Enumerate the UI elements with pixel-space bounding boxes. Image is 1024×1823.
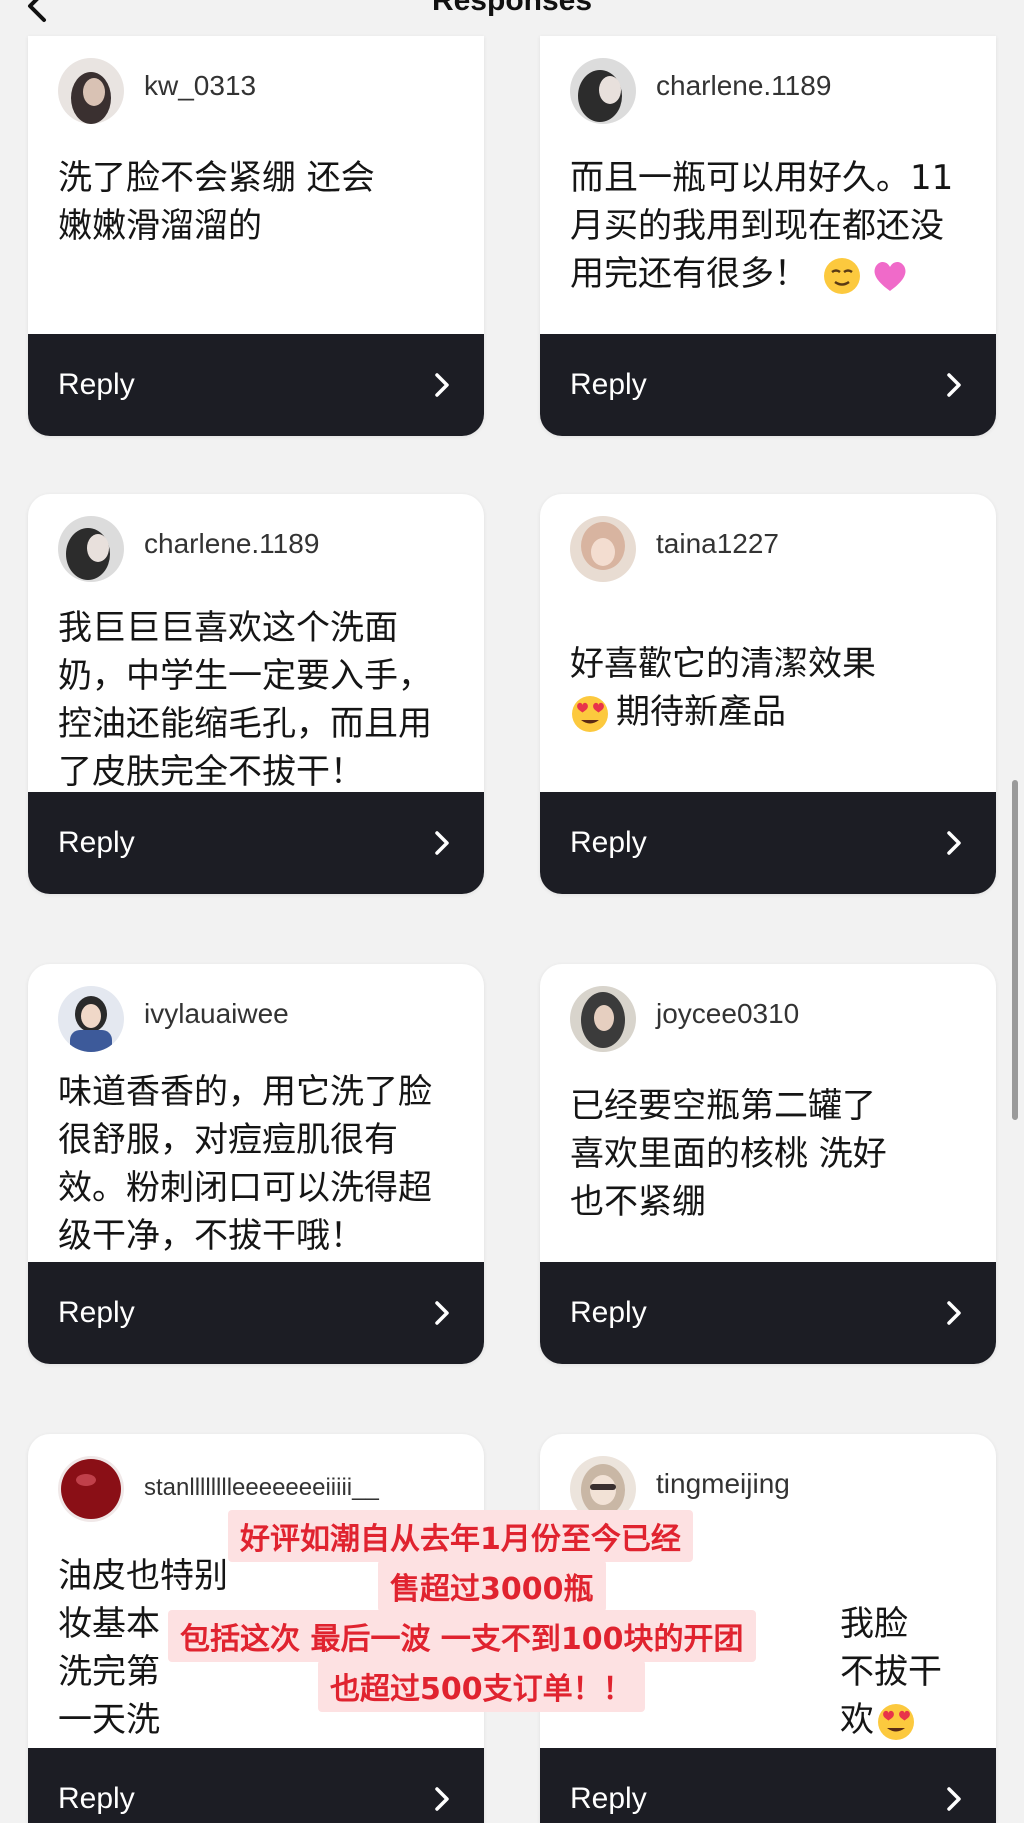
comment-text: 味道香香的，用它洗了脸 很舒服，对痘痘肌很有 效。粉刺闭口可以洗得超 级干净，不… — [58, 1072, 432, 1256]
pink-heart-emoji-icon — [874, 261, 906, 291]
promo-line-2: 售超过3000瓶 — [378, 1560, 606, 1612]
relieved-face-emoji-icon — [824, 257, 860, 294]
reply-button[interactable]: Reply — [28, 1748, 484, 1823]
heart-eyes-emoji-icon — [572, 695, 608, 732]
reply-label: Reply — [58, 368, 135, 401]
avatar[interactable] — [58, 58, 124, 124]
chevron-right-icon — [947, 373, 961, 397]
reply-label: Reply — [58, 1296, 135, 1329]
avatar[interactable] — [58, 986, 124, 1052]
reply-label: Reply — [570, 1296, 647, 1329]
promo-line-3: 包括这次 最后一波 一支不到100块的开团 — [168, 1610, 756, 1662]
response-card: charlene.1189 我巨巨巨喜欢这个洗面 奶，中学生一定要入手， 控油还… — [28, 494, 484, 894]
reply-button[interactable]: Reply — [540, 1748, 996, 1823]
reply-label: Reply — [58, 826, 135, 859]
chevron-right-icon — [435, 831, 449, 855]
avatar[interactable] — [58, 1456, 124, 1522]
response-card: ivylauaiwee 味道香香的，用它洗了脸 很舒服，对痘痘肌很有 效。粉刺闭… — [28, 964, 484, 1364]
reply-button[interactable]: Reply — [28, 1262, 484, 1364]
comment-text: 好喜歡它的清潔效果期待新產品 — [570, 640, 970, 736]
heart-eyes-emoji-icon — [878, 1703, 914, 1740]
response-card: taina1227 好喜歡它的清潔效果期待新產品 Reply — [540, 494, 996, 894]
scrollbar[interactable] — [1012, 780, 1018, 1120]
chevron-right-icon — [947, 1301, 961, 1325]
avatar[interactable] — [570, 58, 636, 124]
comment-text: 洗了脸不会紧绷 还会 嫩嫩滑溜溜的 — [58, 158, 375, 246]
username[interactable]: joycee0310 — [656, 998, 799, 1030]
comment-text: 我巨巨巨喜欢这个洗面 奶，中学生一定要入手， 控油还能缩毛孔，而且用 了皮肤完全… — [58, 608, 432, 792]
reply-button[interactable]: Reply — [28, 334, 484, 436]
responses-screen: Responses kw_0313 洗了脸不会紧绷 还会 嫩嫩滑溜溜的 Repl… — [0, 0, 1024, 1823]
username[interactable]: charlene.1189 — [144, 528, 319, 560]
page-title: Responses — [431, 0, 593, 17]
top-bar: Responses — [0, 0, 1024, 40]
chevron-right-icon — [947, 1787, 961, 1811]
username[interactable]: tingmeijing — [656, 1468, 790, 1500]
response-card: kw_0313 洗了脸不会紧绷 还会 嫩嫩滑溜溜的 Reply — [28, 36, 484, 436]
chevron-right-icon — [435, 1301, 449, 1325]
reply-button[interactable]: Reply — [540, 334, 996, 436]
chevron-right-icon — [435, 373, 449, 397]
comment-text: 已经要空瓶第二罐了 喜欢里面的核桃 洗好 也不紧绷 — [570, 1086, 887, 1222]
response-card: joycee0310 已经要空瓶第二罐了 喜欢里面的核桃 洗好 也不紧绷 Rep… — [540, 964, 996, 1364]
reply-label: Reply — [570, 1782, 647, 1815]
username[interactable]: taina1227 — [656, 528, 779, 560]
reply-button[interactable]: Reply — [540, 792, 996, 894]
reply-button[interactable]: Reply — [540, 1262, 996, 1364]
chevron-right-icon — [947, 831, 961, 855]
promo-line-4: 也超过500支订单！！ — [318, 1660, 645, 1712]
avatar[interactable] — [570, 516, 636, 582]
comment-line-1: 好喜歡它的清潔效果 — [570, 644, 876, 684]
response-card: charlene.1189 而且一瓶可以用好久。11 月买的我用到现在都还没 用… — [540, 36, 996, 436]
reply-label: Reply — [570, 826, 647, 859]
reply-label: Reply — [58, 1782, 135, 1815]
avatar[interactable] — [58, 516, 124, 582]
username[interactable]: stanlllllllleeeeeeeiiiii__ — [144, 1474, 379, 1502]
username[interactable]: kw_0313 — [144, 70, 256, 102]
comment-text: 而且一瓶可以用好久。11 月买的我用到现在都还没 用完还有很多！ — [570, 154, 970, 298]
avatar[interactable] — [570, 986, 636, 1052]
promo-line-1: 好评如潮自从去年1月份至今已经 — [228, 1510, 693, 1562]
comment-line-2: 期待新產品 — [616, 692, 786, 732]
promo-overlay: 好评如潮自从去年1月份至今已经 售超过3000瓶 包括这次 最后一波 一支不到1… — [168, 1510, 858, 1716]
username[interactable]: charlene.1189 — [656, 70, 831, 102]
reply-button[interactable]: Reply — [28, 792, 484, 894]
comment-text: 我脸 不拔干 欢 — [840, 1552, 990, 1744]
reply-label: Reply — [570, 368, 647, 401]
username[interactable]: ivylauaiwee — [144, 998, 289, 1030]
chevron-right-icon — [435, 1787, 449, 1811]
